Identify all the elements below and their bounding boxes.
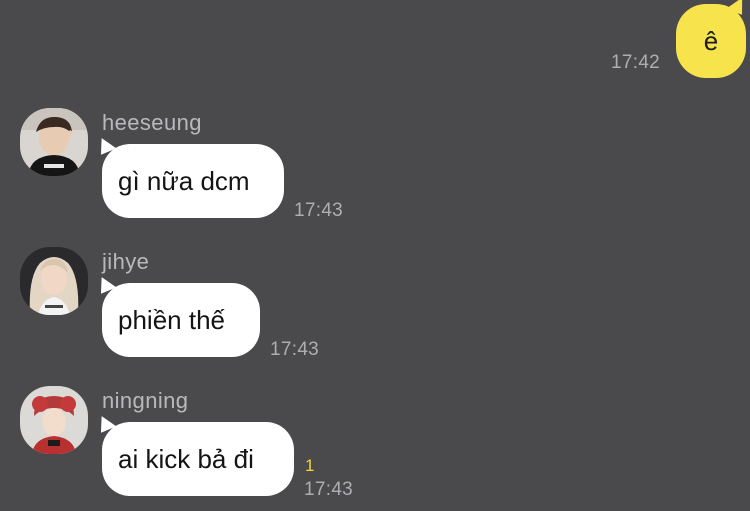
incoming-message-bubble[interactable]: gì nữa dcm [102, 144, 284, 218]
user-avatar-icon [20, 247, 88, 315]
outgoing-message-time: 17:42 [611, 52, 661, 73]
sender-name: jihye [102, 249, 150, 274]
user-avatar-icon [20, 386, 88, 454]
outgoing-message-text: ê [703, 25, 719, 56]
chat-room: ê 17:42 heeseung gì nữa dcm 17:43 jihye [0, 0, 750, 511]
sender-name: ningning [102, 388, 189, 413]
message-time: 17:43 [294, 200, 344, 221]
incoming-message-bubble[interactable]: phiền thế [102, 283, 260, 357]
avatar-heeseung[interactable] [20, 108, 88, 176]
message-text: ai kick bả đi [118, 443, 254, 474]
user-avatar-icon [20, 108, 88, 176]
sender-name: heeseung [102, 110, 202, 135]
message-time: 17:43 [304, 479, 354, 500]
outgoing-message-bubble[interactable]: ê [676, 4, 746, 78]
message-text: gì nữa dcm [118, 165, 250, 196]
avatar-jihye[interactable] [20, 247, 88, 315]
message-time: 17:43 [270, 339, 320, 360]
incoming-message-bubble[interactable]: ai kick bả đi [102, 422, 294, 496]
avatar-ningning[interactable] [20, 386, 88, 454]
unread-count-badge: 1 [305, 456, 315, 475]
message-text: phiền thế [118, 304, 225, 335]
